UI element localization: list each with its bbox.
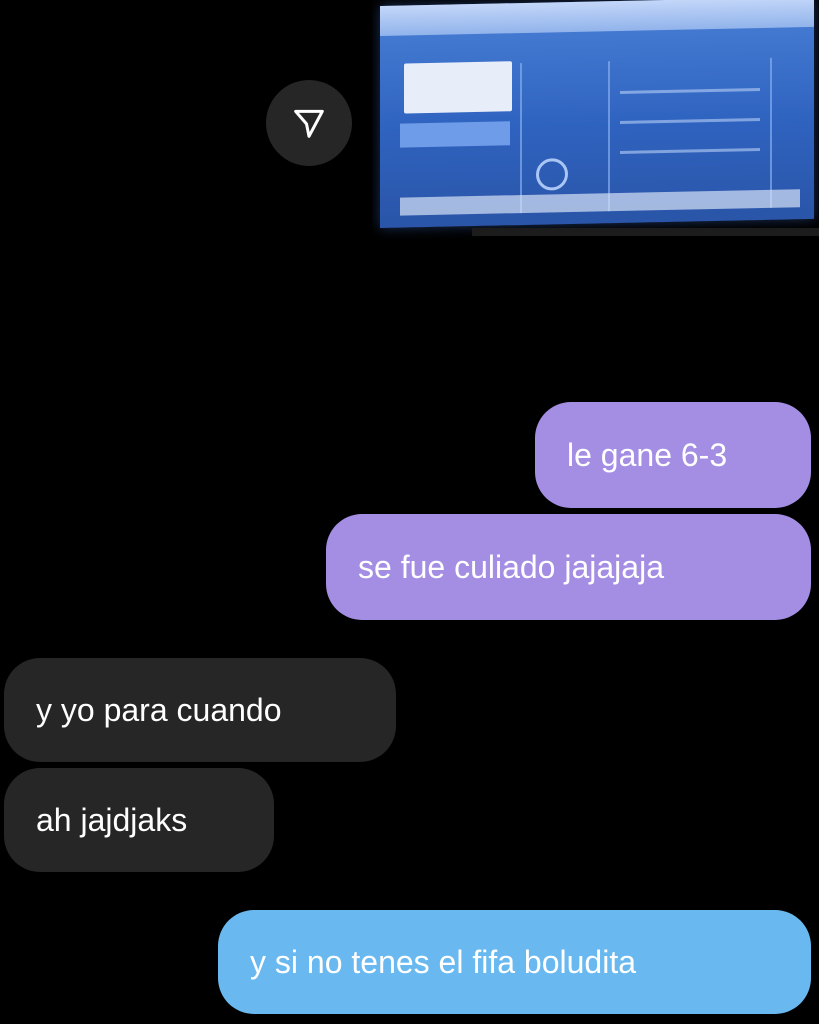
message-text: y si no tenes el fifa boludita — [250, 943, 637, 980]
share-button[interactable] — [266, 80, 352, 166]
shared-photo[interactable] — [372, 0, 819, 250]
tv-screen-image — [380, 0, 814, 228]
message-bubble-sent[interactable]: se fue culiado jajajaja — [326, 514, 811, 620]
message-bubble-sent[interactable]: le gane 6-3 — [535, 402, 811, 508]
message-bubble-sent[interactable]: y si no tenes el fifa boludita — [218, 910, 811, 1014]
message-text: y yo para cuando — [36, 691, 282, 728]
send-icon — [294, 109, 324, 138]
message-text: le gane 6-3 — [567, 436, 728, 473]
message-bubble-received[interactable]: ah jajdjaks — [4, 768, 274, 872]
message-bubble-received[interactable]: y yo para cuando — [4, 658, 396, 762]
message-text: ah jajdjaks — [36, 801, 188, 838]
message-text: se fue culiado jajajaja — [358, 548, 664, 585]
